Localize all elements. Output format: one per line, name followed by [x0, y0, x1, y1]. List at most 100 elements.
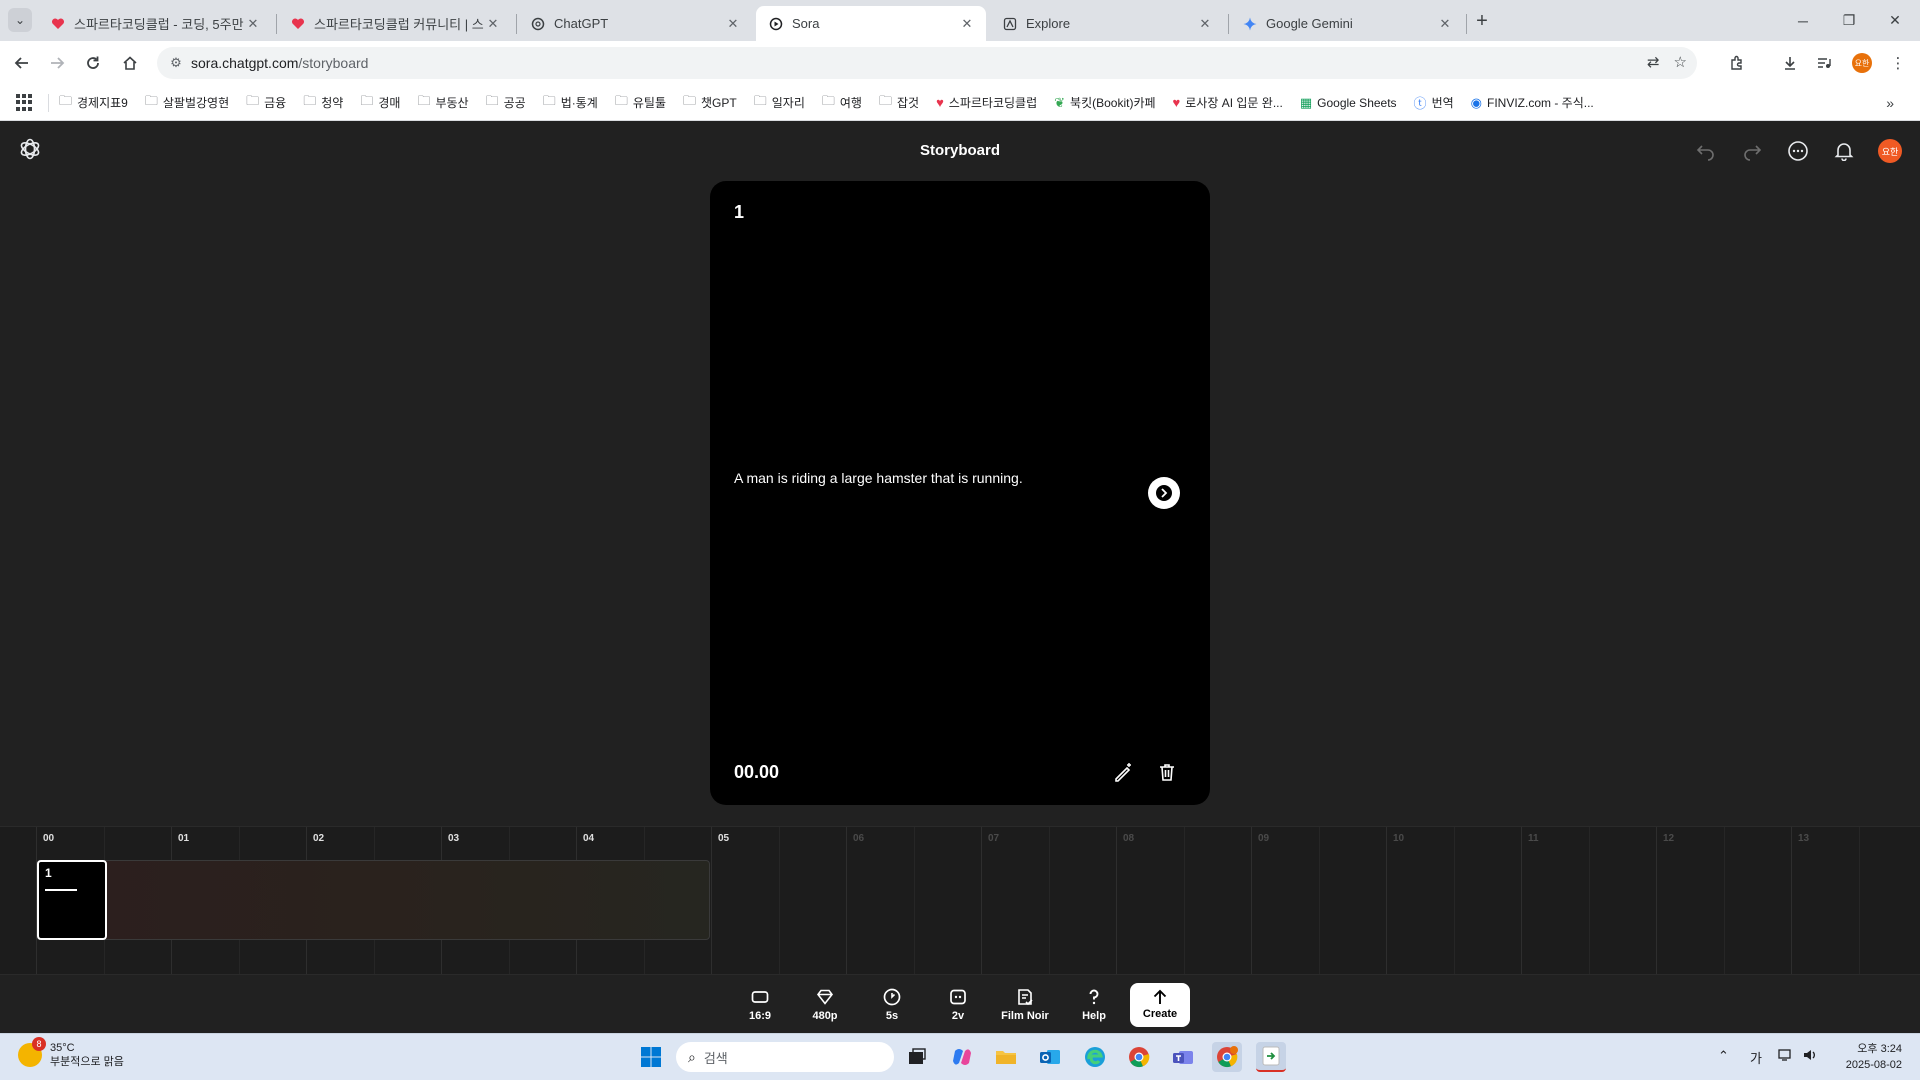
translate-icon[interactable]: ⇄	[1647, 53, 1660, 71]
forward-button[interactable]	[43, 49, 71, 77]
bookmark-item[interactable]: 🗀 공공	[486, 92, 526, 114]
style-preset-button[interactable]: Film Noir	[997, 983, 1053, 1027]
tab-sparta-community[interactable]: 스파르타코딩클럽 커뮤니티 | 스파 ✕	[278, 6, 512, 41]
weather-widget[interactable]: 8 35°C 부분적으로 맑음	[18, 1037, 124, 1069]
address-bar[interactable]: ⚙ sora.chatgpt.com/storyboard ⇄ ☆	[157, 47, 1697, 79]
bookmark-item[interactable]: 🗀 일자리	[754, 92, 805, 114]
bookmark-item[interactable]: 🗀 유틸툴	[615, 92, 666, 114]
media-control-icon[interactable]	[1812, 51, 1836, 75]
tab-title: Google Gemini	[1266, 16, 1353, 31]
more-options-icon[interactable]	[1786, 139, 1810, 163]
download-icon[interactable]	[1778, 51, 1802, 75]
app-launcher-icon[interactable]	[1256, 1042, 1286, 1072]
task-view-icon[interactable]	[902, 1042, 932, 1072]
taskbar-search[interactable]: ⌕ 검색	[676, 1042, 894, 1072]
storyboard-card[interactable]: 1 A man is riding a large hamster that i…	[710, 181, 1210, 805]
tab-gemini[interactable]: Google Gemini ✕	[1230, 6, 1464, 41]
tab-title: Explore	[1026, 16, 1071, 31]
timeline-clip-region[interactable]	[36, 860, 710, 940]
apps-grid-icon[interactable]	[16, 93, 34, 112]
profile-avatar[interactable]: 요한	[1850, 51, 1874, 75]
teams-icon[interactable]	[1168, 1042, 1198, 1072]
file-explorer-icon[interactable]	[991, 1042, 1021, 1072]
bookmark-item[interactable]: ❦ 북킷(Bookit)카페	[1054, 94, 1155, 111]
bookmark-item[interactable]: 🗀 금융	[246, 92, 286, 114]
user-avatar[interactable]: 요한	[1878, 139, 1902, 163]
close-icon[interactable]: ✕	[244, 15, 262, 33]
variations-button[interactable]: 2v	[930, 983, 986, 1027]
bookmark-item[interactable]: 🗀 잡것	[879, 92, 919, 114]
timeline-half-line	[1048, 827, 1050, 975]
copilot-icon[interactable]	[947, 1042, 977, 1072]
back-button[interactable]	[8, 49, 36, 77]
outlook-icon[interactable]	[1035, 1042, 1065, 1072]
bookmark-item[interactable]: ◉ FINVIZ.com - 주식...	[1471, 94, 1594, 111]
redo-icon[interactable]	[1740, 139, 1764, 163]
bookmark-item[interactable]: 🗀 여행	[822, 92, 862, 114]
close-icon[interactable]: ✕	[724, 15, 742, 33]
extensions-icon[interactable]	[1725, 51, 1749, 75]
more-bookmarks-icon[interactable]: »	[1886, 95, 1894, 111]
windows-start-icon[interactable]	[636, 1042, 666, 1072]
tab-chatgpt[interactable]: ChatGPT ✕	[518, 6, 752, 41]
home-button[interactable]	[116, 49, 144, 77]
timeline-half-line	[1318, 827, 1320, 975]
system-clock[interactable]: 오후 3:24 2025-08-02	[1838, 1041, 1902, 1073]
expand-card-button[interactable]	[1148, 477, 1180, 509]
bookmark-item[interactable]: 🗀 살팔벌강영현	[145, 92, 229, 114]
edit-card-button[interactable]	[1110, 759, 1136, 785]
bookmark-item[interactable]: ♥ 스파르타코딩클럽	[936, 94, 1037, 111]
tray-overflow-icon[interactable]: ⌃	[1718, 1048, 1729, 1064]
bookmark-label: 로사장 AI 입문 완...	[1185, 96, 1283, 110]
bookmark-item[interactable]: 🗀 경매	[360, 92, 400, 114]
help-button[interactable]: Help	[1066, 983, 1122, 1027]
bookmark-item[interactable]: ⓣ 번역	[1414, 93, 1454, 112]
frame-number: 1	[45, 866, 52, 880]
network-icon[interactable]	[1778, 1048, 1794, 1065]
close-icon[interactable]: ✕	[1436, 15, 1454, 33]
globe-icon: ◉	[1470, 94, 1482, 110]
tab-explore[interactable]: Explore ✕	[990, 6, 1224, 41]
site-settings-icon[interactable]: ⚙	[161, 55, 191, 71]
style-preset-label: Film Noir	[1001, 1010, 1049, 1022]
notification-bell-icon[interactable]	[1832, 139, 1856, 163]
create-button[interactable]: Create	[1130, 983, 1190, 1027]
close-window-button[interactable]: ✕	[1872, 0, 1918, 41]
bookmark-item[interactable]: 🗀 챗GPT	[683, 92, 737, 114]
restore-button[interactable]: ❐	[1826, 0, 1872, 41]
bookmark-item[interactable]: 🗀 청약	[303, 92, 343, 114]
menu-kebab-icon[interactable]: ⋮	[1886, 51, 1910, 75]
bookmark-item[interactable]: ♥ 로사장 AI 입문 완...	[1173, 94, 1283, 111]
close-icon[interactable]: ✕	[958, 15, 976, 33]
chrome-icon[interactable]	[1124, 1042, 1154, 1072]
bookmark-item[interactable]: ▦ Google Sheets	[1300, 95, 1397, 111]
resolution-button[interactable]: 480p	[797, 983, 853, 1027]
close-icon[interactable]: ✕	[484, 15, 502, 33]
bookmark-item[interactable]: 🗀 경제지표9	[59, 92, 128, 114]
volume-icon[interactable]	[1802, 1048, 1818, 1065]
tab-title: 스파르타코딩클럽 - 코딩, 5주만에	[74, 17, 244, 32]
aspect-ratio-label: 16:9	[748, 1010, 772, 1022]
duration-button[interactable]: 5s	[864, 983, 920, 1027]
reload-button[interactable]	[79, 49, 107, 77]
new-tab-button[interactable]: +	[1470, 9, 1494, 33]
bookmark-item[interactable]: 🗀 부동산	[417, 92, 468, 114]
close-icon[interactable]: ✕	[1196, 15, 1214, 33]
tab-search-button[interactable]: ⌄	[8, 8, 32, 32]
edge-icon[interactable]	[1080, 1042, 1110, 1072]
ime-indicator[interactable]: 가	[1750, 1048, 1762, 1067]
chrome-profile-active-icon[interactable]	[1212, 1042, 1242, 1072]
tab-sparta-coding[interactable]: 스파르타코딩클럽 - 코딩, 5주만에 ✕	[38, 6, 272, 41]
timeline-half-line	[1588, 827, 1590, 975]
minimize-button[interactable]: ─	[1780, 0, 1826, 41]
card-prompt-text[interactable]: A man is riding a large hamster that is …	[734, 470, 1023, 486]
delete-card-button[interactable]	[1154, 759, 1180, 785]
storyboard-timeline[interactable]: 00 01 02 03 04 05 06 07 08 09 10 11 12 13 1	[0, 826, 1920, 975]
tab-sora[interactable]: Sora ✕	[756, 6, 986, 41]
timeline-second-line	[1386, 827, 1387, 975]
bookmark-star-icon[interactable]: ☆	[1674, 53, 1687, 71]
aspect-ratio-button[interactable]: 16:9	[732, 983, 788, 1027]
timeline-frame-card[interactable]: 1	[37, 860, 107, 940]
undo-icon[interactable]	[1694, 139, 1718, 163]
bookmark-item[interactable]: 🗀 법·통계	[543, 92, 598, 114]
